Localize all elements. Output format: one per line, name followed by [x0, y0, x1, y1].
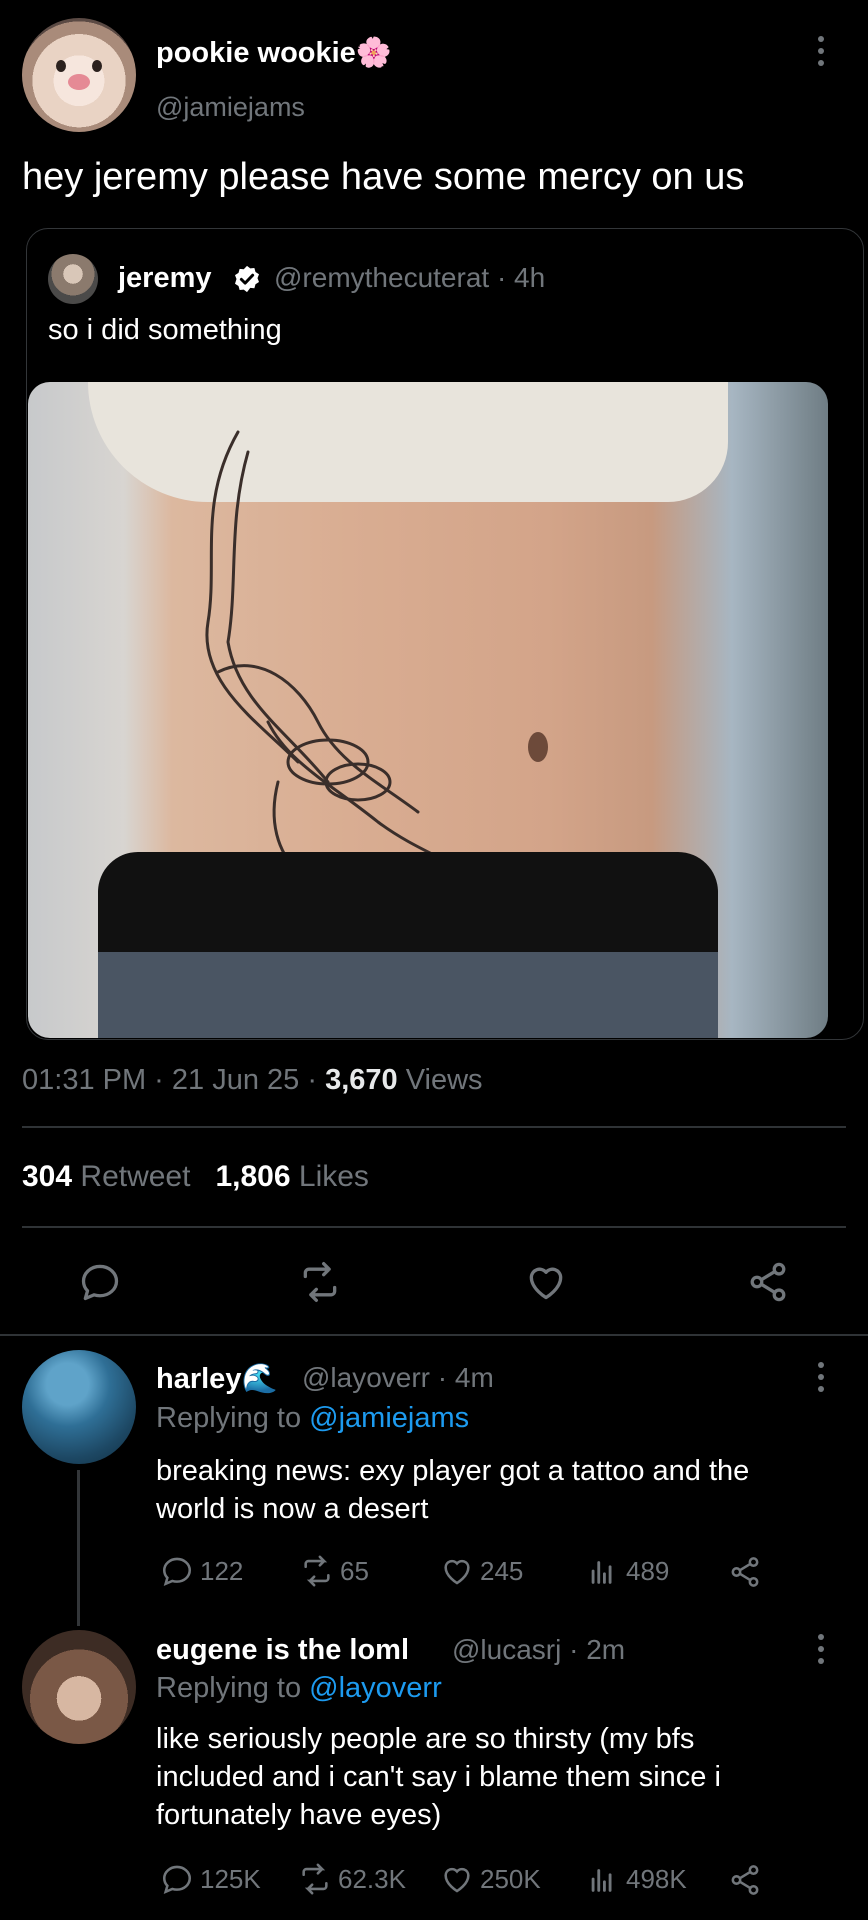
- reply-text-line: breaking news: exy player got a tattoo a…: [156, 1455, 750, 1487]
- reply-text-line: fortunately have eyes): [156, 1799, 442, 1831]
- retweets-label[interactable]: Retweet: [72, 1160, 190, 1193]
- reply-text: breaking news: exy player got a tattoo a…: [156, 1452, 856, 1528]
- retweet-icon: [302, 1863, 328, 1895]
- views-icon: [591, 1561, 612, 1584]
- avatar-eye-right: [92, 60, 102, 72]
- reply-action[interactable]: 122: [160, 1554, 243, 1588]
- replying-prefix: Replying to: [156, 1402, 310, 1434]
- quoted-tweet-text: so i did something: [48, 314, 282, 346]
- reply-text: like seriously people are so thirsty (my…: [156, 1720, 856, 1834]
- divider: [22, 1226, 846, 1228]
- share-icon[interactable]: [746, 1260, 790, 1304]
- divider: [22, 1126, 846, 1128]
- quoted-author-avatar[interactable]: [48, 254, 98, 304]
- quoted-tweet-photo[interactable]: [28, 382, 828, 1038]
- like-icon[interactable]: [524, 1260, 568, 1304]
- author-display-name[interactable]: pookie wookie🌸: [156, 36, 392, 70]
- more-options-icon[interactable]: [808, 36, 834, 76]
- thread-connector: [77, 1470, 80, 1626]
- retweet-action[interactable]: 65: [300, 1554, 369, 1588]
- avatar-nose: [68, 74, 90, 90]
- reply-meta: @lucasrj · 2m: [452, 1634, 626, 1665]
- retweets-count[interactable]: 304: [22, 1160, 72, 1193]
- share-icon[interactable]: [728, 1555, 762, 1589]
- reply-icon[interactable]: [78, 1260, 122, 1304]
- like-action[interactable]: 250K: [440, 1862, 541, 1896]
- photo-tattoo: [205, 430, 500, 894]
- tweet-timestamp: 01:31 PM · 21 Jun 25 · 3,670 Views: [22, 1064, 483, 1097]
- retweet-icon: [304, 1555, 330, 1587]
- reply-icon: [162, 1865, 192, 1894]
- verified-badge-icon: [235, 265, 259, 293]
- reply-icon: [162, 1557, 192, 1586]
- reply-count: 122: [200, 1555, 244, 1586]
- reply-avatar[interactable]: [22, 1630, 136, 1744]
- more-options-icon[interactable]: [808, 1634, 834, 1674]
- quoted-author-name[interactable]: jeremy: [118, 262, 212, 295]
- author-avatar[interactable]: [22, 18, 136, 132]
- retweet-action[interactable]: 62.3K: [298, 1862, 406, 1896]
- like-icon: [444, 1559, 470, 1585]
- author-handle[interactable]: @jamiejams: [156, 92, 305, 123]
- replying-to-handle[interactable]: @layoverr: [309, 1672, 442, 1704]
- retweet-count: 65: [340, 1555, 369, 1586]
- reply-count: 125K: [200, 1863, 261, 1894]
- likes-label[interactable]: Likes: [291, 1160, 369, 1193]
- views-count: 498K: [626, 1863, 687, 1894]
- views-action[interactable]: 489: [586, 1554, 669, 1588]
- reply-text-line: like seriously people are so thirsty (my…: [156, 1723, 695, 1755]
- views-count: 3,670: [325, 1064, 398, 1096]
- replying-prefix: Replying to: [156, 1672, 310, 1704]
- like-icon: [444, 1867, 470, 1893]
- reply-avatar[interactable]: [22, 1350, 136, 1464]
- retweet-icon[interactable]: [298, 1260, 342, 1304]
- replying-to-handle[interactable]: @jamiejams: [309, 1402, 469, 1434]
- views-count: 489: [626, 1555, 670, 1586]
- avatar-eye-left: [56, 60, 66, 72]
- reply-author-name[interactable]: harley🌊: [156, 1362, 278, 1396]
- likes-count[interactable]: 1,806: [215, 1160, 290, 1193]
- share-icon[interactable]: [728, 1863, 762, 1897]
- tweet-text: hey jeremy please have some mercy on us: [22, 156, 745, 198]
- divider: [0, 1334, 868, 1336]
- like-count: 245: [480, 1555, 524, 1586]
- views-label: Views: [397, 1064, 483, 1096]
- timestamp-text: 01:31 PM · 21 Jun 25 ·: [22, 1064, 326, 1096]
- more-options-icon[interactable]: [808, 1362, 834, 1402]
- quoted-meta: @remythecuterat · 4h: [274, 262, 546, 293]
- reply-text-line: included and i can't say i blame them si…: [156, 1761, 721, 1793]
- engagement-stats: 304 Retweet 1,806 Likes: [22, 1160, 369, 1194]
- reply-action[interactable]: 125K: [160, 1862, 261, 1896]
- reply-text-line: world is now a desert: [156, 1493, 429, 1525]
- like-action[interactable]: 245: [440, 1554, 523, 1588]
- like-count: 250K: [480, 1863, 541, 1894]
- views-action[interactable]: 498K: [586, 1862, 687, 1896]
- retweet-count: 62.3K: [338, 1863, 406, 1894]
- photo-jeans: [98, 952, 718, 1038]
- replying-to: Replying to @layoverr: [156, 1672, 442, 1705]
- reply-author-name[interactable]: eugene is the loml: [156, 1634, 409, 1667]
- reply-meta: @layoverr · 4m: [302, 1362, 494, 1393]
- views-icon: [591, 1869, 612, 1892]
- replying-to: Replying to @jamiejams: [156, 1402, 469, 1435]
